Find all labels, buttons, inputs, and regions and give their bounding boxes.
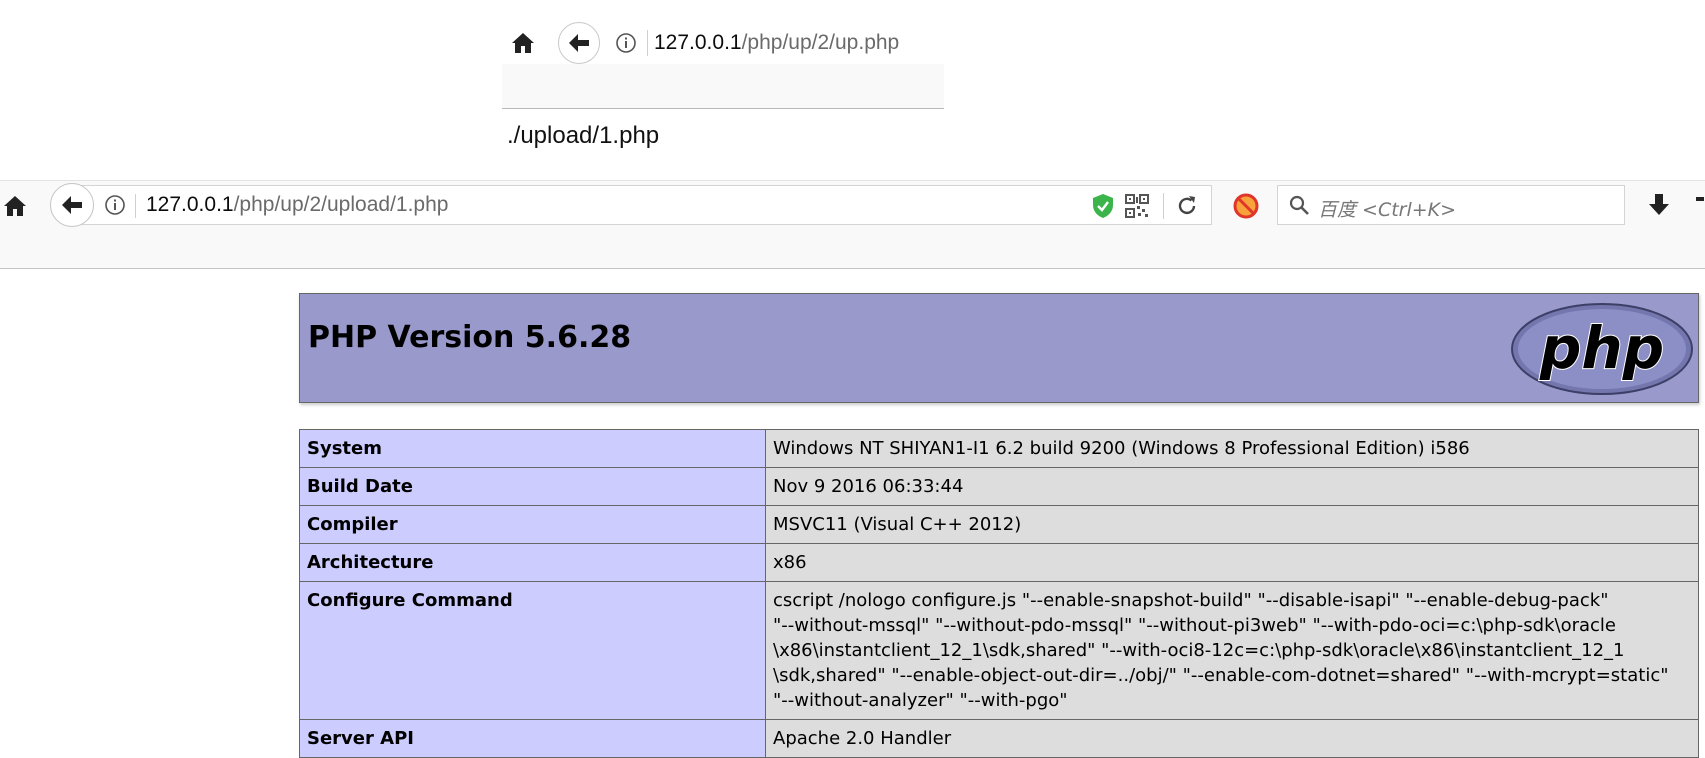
configure-line: cscript /nologo configure.js "--enable-s…	[773, 590, 1609, 611]
url-path: /php/up/2/up.php	[741, 31, 900, 54]
configure-command-value: cscript /nologo configure.js "--enable-s…	[765, 581, 1699, 720]
table-row: Configure Command cscript /nologo config…	[299, 581, 1699, 720]
php-info-table: System Windows NT SHIYAN1-I1 6.2 build 9…	[299, 429, 1699, 758]
back-arrow-icon	[569, 34, 589, 52]
info-key: Architecture	[299, 543, 766, 582]
adblock-icon[interactable]	[1232, 192, 1260, 220]
info-key: Build Date	[299, 467, 766, 506]
url-separator	[647, 30, 648, 56]
php-logo: php	[1511, 303, 1693, 395]
info-value: Apache 2.0 Handler	[765, 719, 1699, 758]
url-host: 127.0.0.1	[654, 31, 742, 54]
reload-button[interactable]	[1174, 193, 1200, 219]
back-button[interactable]	[558, 22, 600, 64]
upload-path-text: ./upload/1.php	[507, 122, 660, 149]
info-value: Windows NT SHIYAN1-I1 6.2 build 9200 (Wi…	[765, 429, 1699, 468]
search-placeholder: 百度 <Ctrl+K>	[1318, 199, 1457, 221]
info-value: Nov 9 2016 06:33:44	[765, 467, 1699, 506]
info-key: Configure Command	[299, 581, 766, 720]
info-key: Compiler	[299, 505, 766, 544]
back-button[interactable]	[50, 183, 94, 227]
search-box[interactable]: 百度 <Ctrl+K>	[1277, 185, 1625, 225]
php-version-header: PHP Version 5.6.28 php	[299, 293, 1699, 403]
table-row: Build Date Nov 9 2016 06:33:44	[299, 467, 1699, 506]
info-key: System	[299, 429, 766, 468]
home-icon	[512, 33, 534, 53]
info-value: MSVC11 (Visual C++ 2012)	[765, 505, 1699, 544]
address-bar-url[interactable]: 127.0.0.1/php/up/2/up.php	[654, 30, 899, 56]
configure-line: "--without-analyzer" "--with-pgo"	[773, 690, 1068, 711]
home-button[interactable]	[2, 193, 28, 219]
download-button[interactable]	[1645, 191, 1673, 219]
info-value: x86	[765, 543, 1699, 582]
overflow-menu-button[interactable]	[1694, 193, 1705, 219]
php-version-title: PHP Version 5.6.28	[308, 320, 632, 355]
top-browser-toolbar: 127.0.0.1/php/up/2/up.php	[502, 22, 944, 109]
url-separator	[135, 194, 136, 218]
home-button[interactable]	[510, 30, 536, 56]
main-browser-toolbar: 127.0.0.1/php/up/2/upload/1.php 百度 <Ctrl…	[0, 180, 1705, 269]
site-info-icon[interactable]	[615, 32, 637, 54]
configure-line: "--without-mssql" "--without-pdo-mssql" …	[773, 615, 1616, 636]
toolbar-separator	[1163, 193, 1164, 219]
url-host: 127.0.0.1	[146, 193, 234, 216]
table-row: Architecture x86	[299, 543, 1699, 582]
table-row: Server API Apache 2.0 Handler	[299, 719, 1699, 758]
search-icon	[1289, 195, 1309, 215]
info-key: Server API	[299, 719, 766, 758]
chevron-icon	[1696, 197, 1704, 201]
configure-line: \x86\instantclient_12_1\sdk,shared" "--w…	[773, 640, 1625, 661]
table-row: Compiler MSVC11 (Visual C++ 2012)	[299, 505, 1699, 544]
home-icon	[4, 196, 26, 216]
qr-code-icon[interactable]	[1125, 194, 1149, 218]
configure-line: \sdk,shared" "--enable-object-out-dir=..…	[773, 665, 1669, 686]
reload-icon	[1178, 196, 1196, 215]
address-bar-url[interactable]: 127.0.0.1/php/up/2/upload/1.php	[146, 192, 448, 218]
url-path: /php/up/2/upload/1.php	[233, 193, 449, 216]
download-icon	[1649, 194, 1669, 215]
php-logo-text: php	[1539, 314, 1664, 382]
shield-icon[interactable]	[1091, 193, 1115, 219]
site-info-icon[interactable]	[104, 194, 126, 216]
back-arrow-icon	[62, 196, 82, 214]
table-row: System Windows NT SHIYAN1-I1 6.2 build 9…	[299, 429, 1699, 468]
